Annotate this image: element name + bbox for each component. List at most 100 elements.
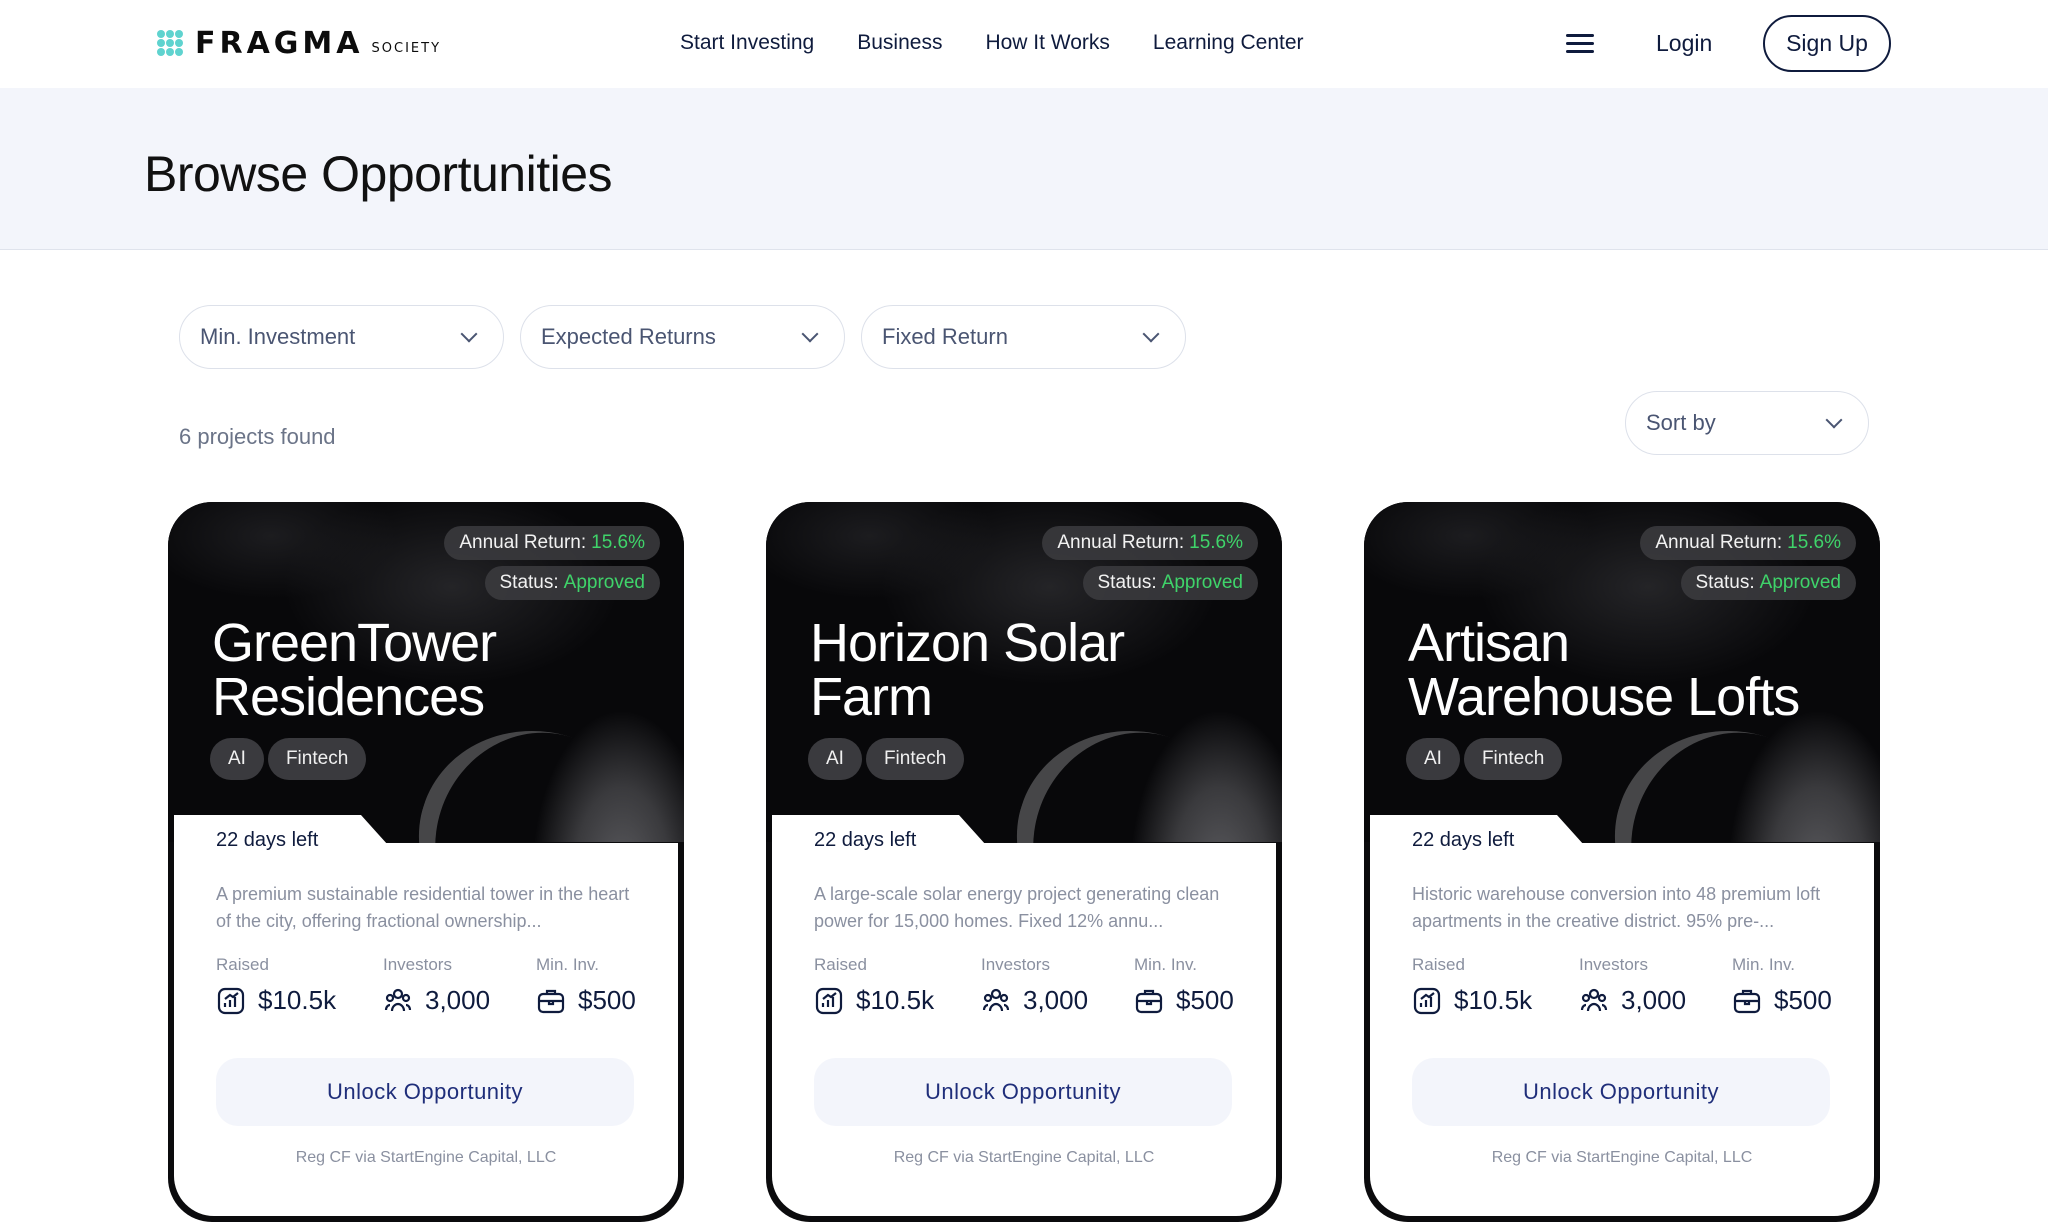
tag[interactable]: Fintech: [1463, 738, 1563, 780]
tag[interactable]: AI: [808, 738, 862, 780]
regulatory-note: Reg CF via StartEngine Capital, LLC: [893, 1149, 1155, 1166]
days-left: 22 days left: [1412, 829, 1515, 851]
status-badge: Status: Approved: [1680, 566, 1856, 600]
filter-label: Min. Investment: [200, 324, 356, 349]
card-title: GreenTower Residences: [212, 613, 497, 727]
briefcase-icon: [1733, 989, 1761, 1013]
days-left: 22 days left: [216, 829, 319, 851]
status-label: Status:: [1695, 572, 1755, 593]
chart-up-icon: [1413, 987, 1441, 1014]
filter-expected-returns[interactable]: Expected Returns: [520, 305, 845, 369]
stat-value: 3,000: [1621, 985, 1687, 1015]
stat-value: $500: [1774, 985, 1832, 1015]
tag-list: AI Fintech: [808, 738, 965, 780]
stat-investors: Investors 3,000: [1579, 955, 1686, 1016]
tag[interactable]: Fintech: [865, 738, 965, 780]
stat-label: Investors: [383, 955, 452, 974]
chevron-down-icon: [1142, 325, 1160, 343]
login-link[interactable]: Login: [1656, 26, 1712, 60]
annual-return-badge: Annual Return: 15.6%: [444, 526, 660, 560]
regulatory-note: Reg CF via StartEngine Capital, LLC: [1491, 1149, 1753, 1166]
stat-min-investment: Min. Inv. $500: [1732, 955, 1832, 1016]
signup-button[interactable]: Sign Up: [1763, 15, 1891, 72]
status-label: Status:: [499, 572, 559, 593]
opportunity-card[interactable]: Annual Return: 15.6% Status: Approved Ho…: [766, 502, 1282, 1222]
unlock-opportunity-button[interactable]: Unlock Opportunity: [814, 1058, 1232, 1126]
status-value: Approved: [563, 572, 645, 593]
status-value: Approved: [1759, 572, 1841, 593]
users-icon: [982, 988, 1010, 1011]
main-nav: Start Investing Business How It Works Le…: [680, 26, 1304, 60]
stat-value: $10.5k: [258, 985, 337, 1015]
brand-logo[interactable]: FRAGMA SOCIETY: [157, 25, 442, 61]
filter-label: Fixed Return: [882, 324, 1008, 349]
annual-return-badge: Annual Return: 15.6%: [1042, 526, 1258, 560]
stat-raised: Raised $10.5k: [1412, 955, 1532, 1016]
tag[interactable]: Fintech: [267, 738, 367, 780]
chart-up-icon: [815, 987, 843, 1014]
tag[interactable]: AI: [210, 738, 264, 780]
stat-label: Min. Inv.: [1134, 955, 1197, 974]
stat-label: Raised: [216, 955, 269, 974]
chart-up-icon: [217, 987, 245, 1014]
stat-value: 3,000: [425, 985, 491, 1015]
chevron-down-icon: [801, 325, 819, 343]
card-body: 22 days left A large-scale solar energy …: [772, 815, 1276, 1216]
card-stats: Raised $10.5k Investors 3,000 Min. Inv.: [1412, 955, 1842, 1025]
unlock-opportunity-button[interactable]: Unlock Opportunity: [1412, 1058, 1830, 1126]
stat-label: Min. Inv.: [536, 955, 599, 974]
stat-min-investment: Min. Inv. $500: [1134, 955, 1234, 1016]
stat-raised: Raised $10.5k: [216, 955, 336, 1016]
stat-value: 3,000: [1023, 985, 1089, 1015]
brand-sub: SOCIETY: [371, 40, 442, 56]
stat-value: $10.5k: [1454, 985, 1533, 1015]
stat-value: $500: [578, 985, 636, 1015]
nav-start-investing[interactable]: Start Investing: [680, 26, 814, 60]
hamburger-menu-icon[interactable]: [1566, 34, 1594, 54]
annual-return-badge: Annual Return: 15.6%: [1640, 526, 1856, 560]
nav-learning-center[interactable]: Learning Center: [1153, 26, 1304, 60]
card-description: A large-scale solar energy project gener…: [814, 884, 1220, 931]
stat-value: $10.5k: [856, 985, 935, 1015]
card-body: 22 days left A premium sustainable resid…: [174, 815, 678, 1216]
card-stats: Raised $10.5k Investors 3,000 Min. Inv.: [216, 955, 646, 1025]
sort-by-select[interactable]: Sort by: [1625, 391, 1869, 455]
briefcase-icon: [1135, 989, 1163, 1013]
annual-return-value: 15.6%: [1787, 532, 1841, 553]
opportunity-card[interactable]: Annual Return: 15.6% Status: Approved Ar…: [1364, 502, 1880, 1222]
chevron-down-icon: [460, 325, 478, 343]
brand-name: FRAGMA: [195, 25, 364, 61]
nav-how-it-works[interactable]: How It Works: [985, 26, 1109, 60]
stat-investors: Investors 3,000: [383, 955, 490, 1016]
filter-min-investment[interactable]: Min. Investment: [179, 305, 504, 369]
nav-business[interactable]: Business: [857, 26, 942, 60]
stat-investors: Investors 3,000: [981, 955, 1088, 1016]
status-label: Status:: [1097, 572, 1157, 593]
stat-label: Investors: [1579, 955, 1648, 974]
stat-value: $500: [1176, 985, 1234, 1015]
sort-label: Sort by: [1646, 410, 1716, 435]
page-hero: Browse Opportunities: [0, 88, 2048, 250]
tag-list: AI Fintech: [1406, 738, 1563, 780]
stat-label: Raised: [814, 955, 867, 974]
filter-fixed-return[interactable]: Fixed Return: [861, 305, 1186, 369]
tag[interactable]: AI: [1406, 738, 1460, 780]
status-badge: Status: Approved: [484, 566, 660, 600]
opportunity-card[interactable]: Annual Return: 15.6% Status: Approved Gr…: [168, 502, 684, 1222]
days-left: 22 days left: [814, 829, 917, 851]
annual-return-label: Annual Return:: [459, 532, 587, 553]
stat-raised: Raised $10.5k: [814, 955, 934, 1016]
status-value: Approved: [1161, 572, 1243, 593]
logo-mark-icon: [157, 30, 183, 56]
regulatory-note: Reg CF via StartEngine Capital, LLC: [295, 1149, 557, 1166]
chevron-down-icon: [1825, 411, 1843, 429]
stat-label: Raised: [1412, 955, 1465, 974]
unlock-opportunity-button[interactable]: Unlock Opportunity: [216, 1058, 634, 1126]
card-description: Historic warehouse conversion into 48 pr…: [1412, 884, 1821, 931]
annual-return-label: Annual Return:: [1057, 532, 1185, 553]
users-icon: [384, 988, 412, 1011]
users-icon: [1580, 988, 1608, 1011]
filter-label: Expected Returns: [541, 324, 716, 349]
stat-min-investment: Min. Inv. $500: [536, 955, 636, 1016]
site-header: FRAGMA SOCIETY Start Investing Business …: [0, 0, 2048, 88]
